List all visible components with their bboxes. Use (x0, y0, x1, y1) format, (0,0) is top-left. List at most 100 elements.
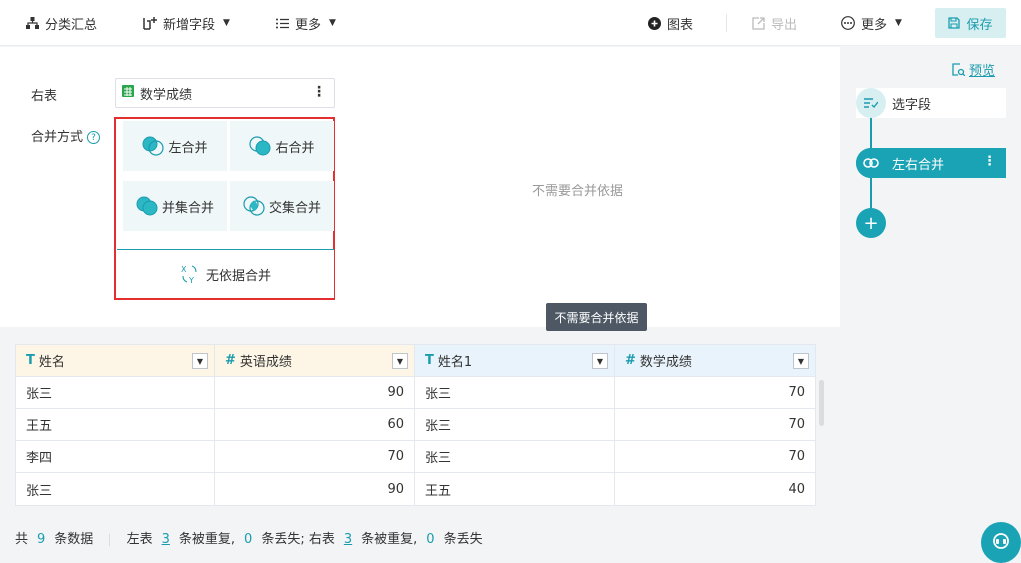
chat-support-button[interactable] (981, 522, 1021, 563)
flow-connector (870, 117, 872, 149)
right-merge-option[interactable]: 右合并 (230, 121, 334, 171)
more-right-button[interactable]: 更多 ▼ (841, 0, 902, 46)
caret-down-icon: ▼ (895, 18, 902, 28)
lost-text: 条丢失; (261, 532, 305, 547)
table-cell: 70 (788, 417, 805, 432)
svg-text:Y: Y (188, 276, 194, 284)
more-right-label: 更多 (861, 17, 888, 33)
group-summary-button[interactable]: 分类汇总 (26, 0, 97, 46)
flow-node-select-fields[interactable]: 选字段 (856, 88, 1006, 118)
table-row: 王五 60 张三 70 (16, 409, 815, 441)
table-row: 李四 70 张三 70 (16, 441, 815, 473)
column-header-label: 姓名1 (437, 355, 473, 370)
column-header-name[interactable]: T 姓名 ▼ (16, 345, 215, 376)
no-basis-merge-label: 无依据合并 (205, 268, 271, 284)
spreadsheet-icon (122, 85, 134, 101)
table-cell: 张三 (415, 409, 615, 440)
dup-text: 条被重复, (361, 532, 418, 547)
kebab-menu-icon[interactable]: ⋮ (983, 154, 996, 169)
column-header-label: 数学成绩 (639, 355, 692, 370)
hierarchy-icon (26, 17, 39, 29)
dup-text: 条被重复, (178, 532, 236, 547)
plus-circle-icon (648, 16, 661, 30)
help-icon[interactable]: ? (87, 131, 101, 144)
table-cell: 70 (788, 449, 805, 464)
left-dup-count[interactable]: 3 (162, 532, 170, 547)
column-header-name1[interactable]: T 姓名1 ▼ (415, 345, 615, 376)
table-cell: 李四 (16, 441, 215, 472)
add-node-button[interactable]: + (856, 208, 886, 238)
save-icon (948, 17, 961, 29)
table-row: 张三 90 王五 40 (16, 473, 815, 505)
more-left-label: 更多 (295, 17, 322, 33)
total-prefix: 共 (15, 532, 29, 547)
svg-text:X: X (181, 265, 187, 274)
toolbar-divider (726, 14, 727, 32)
intersect-merge-icon (243, 196, 265, 216)
column-dropdown-icon[interactable]: ▼ (392, 353, 408, 369)
right-table-select[interactable]: 数学成绩 ⋮ (115, 78, 335, 108)
right-merge-label: 右合并 (275, 140, 315, 156)
union-merge-option[interactable]: 并集合并 (123, 181, 227, 231)
right-lost-count: 0 (426, 532, 435, 547)
merge-method-label: 合并方式? (31, 126, 101, 145)
no-basis-merge-option[interactable]: XY 无依据合并 (117, 249, 334, 298)
headset-icon (991, 531, 1011, 555)
column-header-english[interactable]: # 英语成绩 ▼ (215, 345, 415, 376)
merge-config-panel: 右表 数学成绩 ⋮ 合并方式? 左合并 右合并 并集合并 交集合并 X Y 无依… (0, 47, 840, 327)
column-dropdown-icon[interactable]: ▼ (592, 353, 608, 369)
flow-node-label: 选字段 (892, 97, 932, 113)
add-field-button[interactable]: 新增字段 ▼ (143, 0, 230, 46)
right-merge-icon (249, 136, 271, 156)
flow-node-lr-merge[interactable]: 左右合并 ⋮ (856, 148, 1006, 178)
merge-options-box: 左合并 右合并 并集合并 交集合并 XY 无依据合并 (114, 117, 335, 300)
flow-connector (870, 177, 872, 209)
tooltip: 不需要合并依据 (546, 303, 647, 331)
table-cell: 70 (788, 385, 805, 400)
column-dropdown-icon[interactable]: ▼ (192, 353, 208, 369)
more-dots-icon (841, 16, 855, 30)
export-label: 导出 (771, 17, 798, 33)
left-merge-option[interactable]: 左合并 (123, 121, 227, 171)
chart-button[interactable]: 图表 (648, 0, 693, 46)
column-dropdown-icon[interactable]: ▼ (793, 353, 809, 369)
number-type-icon: # (225, 353, 236, 368)
more-left-button[interactable]: 更多 ▼ (276, 0, 336, 46)
table-cell: 王五 (415, 473, 615, 505)
chart-label: 图表 (667, 17, 694, 33)
right-dup-count[interactable]: 3 (344, 532, 352, 547)
intersect-merge-option[interactable]: 交集合并 (230, 181, 334, 231)
save-button[interactable]: 保存 (935, 8, 1006, 38)
lost-text: 条丢失 (443, 532, 483, 547)
table-cell: 90 (215, 377, 415, 408)
export-icon (752, 16, 765, 30)
export-button[interactable]: 导出 (752, 0, 797, 46)
select-fields-icon (856, 88, 886, 118)
text-type-icon: T (425, 353, 434, 368)
intersect-merge-label: 交集合并 (268, 200, 321, 216)
lr-merge-icon (856, 148, 886, 178)
column-header-math[interactable]: # 数学成绩 ▼ (615, 345, 815, 376)
number-type-icon: # (625, 353, 636, 368)
table-scrollbar[interactable] (819, 380, 824, 426)
union-merge-label: 并集合并 (161, 200, 214, 216)
kebab-menu-icon[interactable]: ⋮ (312, 84, 326, 100)
table-cell: 张三 (415, 441, 615, 472)
preview-link[interactable]: 预览 (952, 60, 995, 79)
right-table-name: 数学成绩 (140, 87, 193, 103)
left-lost-count: 0 (244, 532, 253, 547)
save-label: 保存 (966, 17, 993, 33)
table-cell: 张三 (16, 377, 215, 408)
merge-method-text: 合并方式 (31, 130, 84, 145)
table-cell: 张三 (415, 377, 615, 408)
total-count: 9 (37, 532, 46, 547)
table-cell: 70 (215, 441, 415, 472)
add-field-icon (143, 16, 157, 30)
stats-footer: 共 9 条数据 左表 3 条被重复, 0 条丢失; 右表 3 条被重复, 0 条丢失 (15, 528, 483, 547)
list-icon (276, 18, 289, 29)
group-summary-label: 分类汇总 (45, 17, 98, 33)
table-cell: 40 (788, 481, 805, 497)
table-cell: 王五 (16, 409, 215, 440)
no-basis-hint: 不需要合并依据 (532, 184, 624, 199)
toolbar: 分类汇总 新增字段 ▼ 更多 ▼ 图表 导出 更多 ▼ 保存 (0, 0, 1021, 46)
